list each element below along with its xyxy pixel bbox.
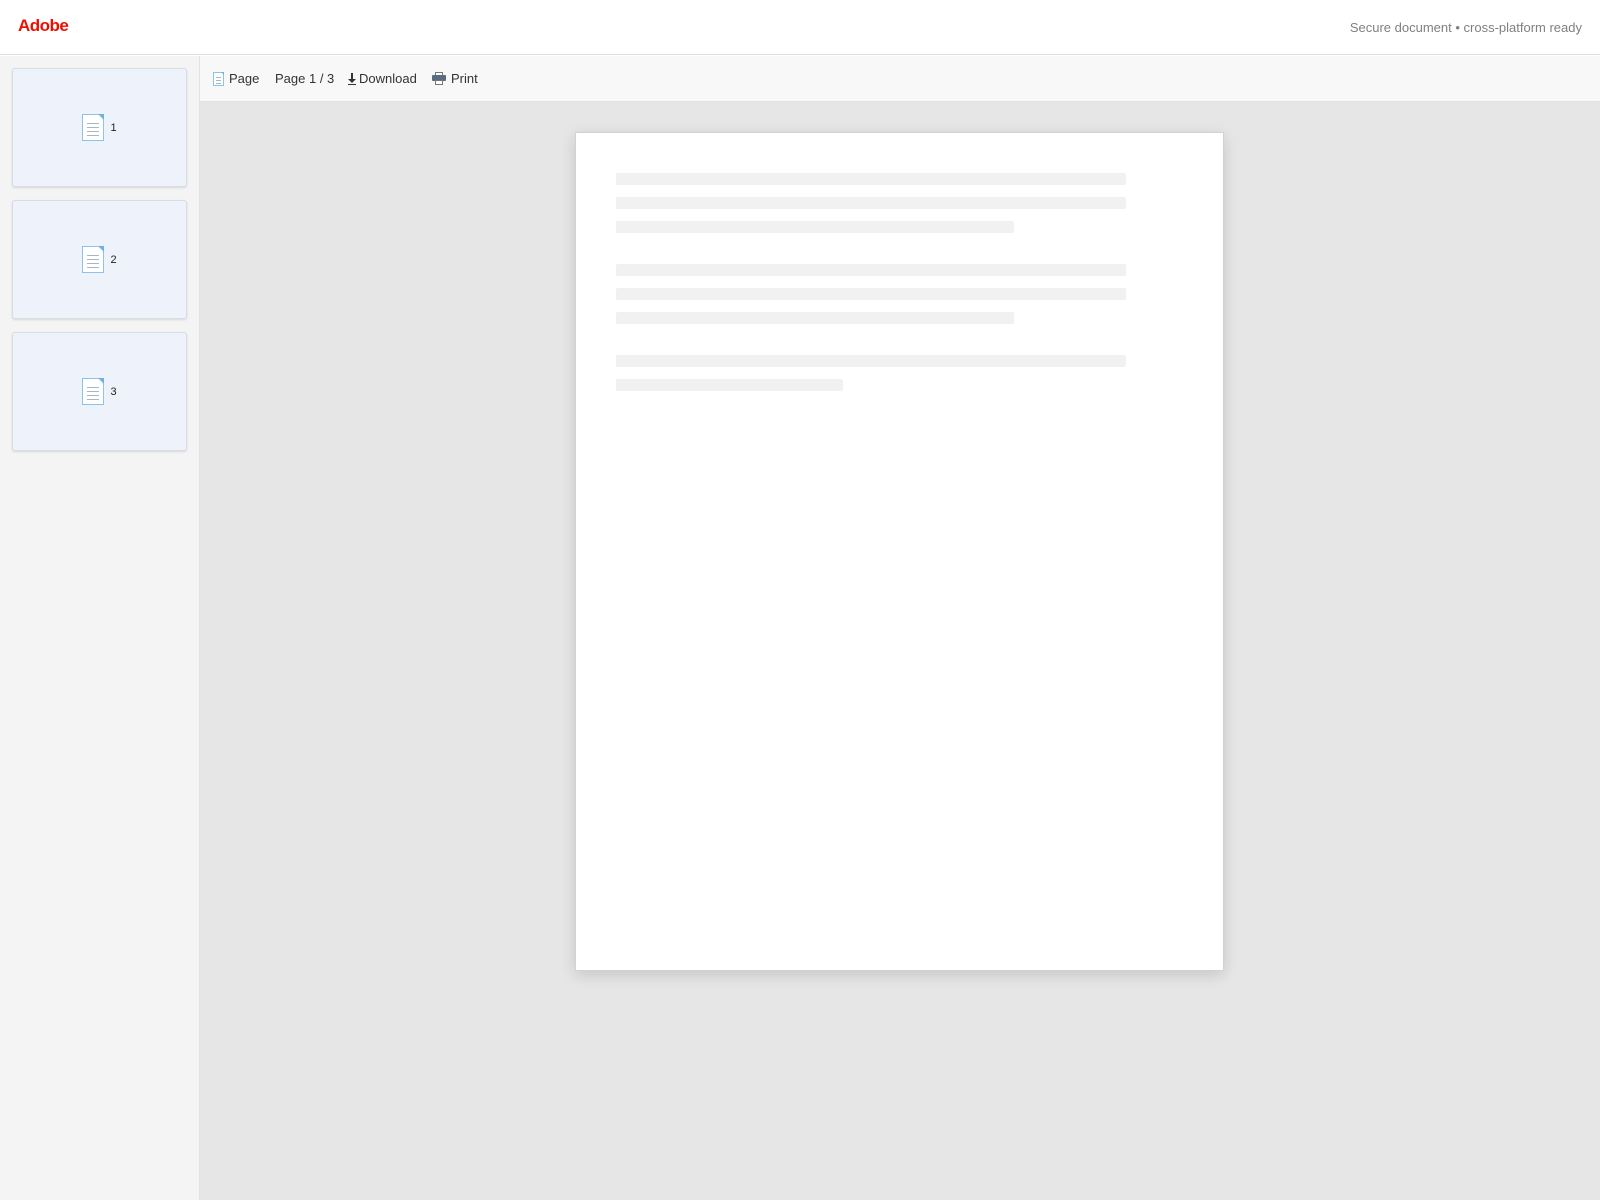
page-indicator-text: Page 1 / 3 [275,71,335,86]
thumbnail-sidebar: 1 2 3 [0,56,200,1200]
text-line-placeholder [616,264,1126,276]
print-button[interactable]: Print [432,71,478,86]
text-line-placeholder [616,197,1126,209]
viewer-toolbar: Page Page 1 / 3 Download Print [200,56,1600,102]
document-page [575,132,1224,971]
document-icon [82,246,105,273]
adobe-logo[interactable]: Adobe [18,16,69,36]
app-header: Adobe Secure document • cross-platform r… [0,0,1600,55]
download-button[interactable]: Download [348,71,417,86]
page-icon [213,71,224,86]
text-line-placeholder [616,173,1126,185]
download-label: Download [359,71,417,86]
security-status: Secure document • cross-platform ready [1349,20,1582,35]
page-thumbnail-2[interactable]: 2 [12,200,187,319]
thumbnail-label: 2 [110,253,117,266]
document-icon [82,114,105,141]
document-canvas[interactable] [200,102,1600,1200]
text-line-placeholder [616,221,1014,233]
print-label: Print [451,71,478,86]
page-thumbnail-3[interactable]: 3 [12,332,187,451]
text-line-placeholder [616,312,1014,324]
page-thumbnail-1[interactable]: 1 [12,68,187,187]
text-line-placeholder [616,288,1126,300]
thumbnail-label: 1 [110,121,117,134]
text-line-placeholder [616,355,1126,367]
page-view-label: Page [229,71,260,86]
download-icon [348,72,356,85]
page-indicator: Page 1 / 3 [275,71,334,86]
text-line-placeholder [616,379,843,391]
page-view-button[interactable]: Page [213,71,259,86]
thumbnail-label: 3 [110,385,117,398]
document-icon [82,378,105,405]
printer-icon [432,72,446,85]
